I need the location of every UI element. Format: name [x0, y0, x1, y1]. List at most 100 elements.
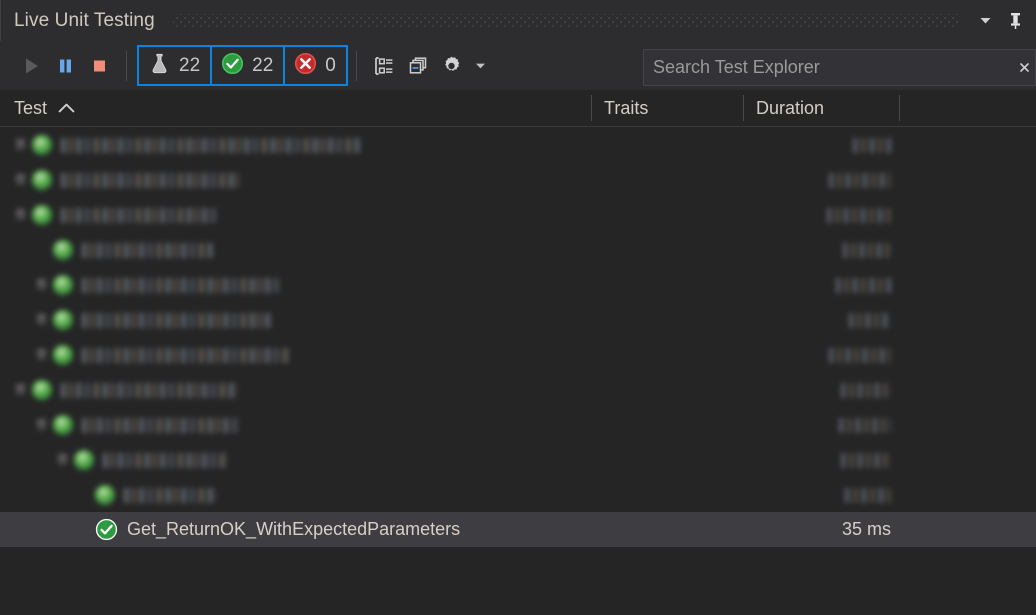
- row-test-cell: [0, 197, 592, 232]
- column-header-traits-label: Traits: [604, 97, 649, 118]
- table-row[interactable]: [0, 162, 1036, 197]
- row-test-name: [124, 484, 216, 505]
- table-row[interactable]: [0, 407, 1036, 442]
- table-row[interactable]: [0, 127, 1036, 162]
- row-test-cell: [0, 232, 592, 267]
- sort-ascending-icon: [58, 103, 75, 113]
- column-header-traits[interactable]: Traits: [592, 90, 744, 126]
- redacted-test-name: [82, 347, 290, 363]
- status-passed-glyph: [53, 309, 73, 330]
- test-status-badges: 22 22 0: [137, 45, 348, 86]
- redacted-duration: [849, 312, 891, 328]
- redacted-test-name: [82, 242, 214, 258]
- table-row[interactable]: [0, 232, 1036, 267]
- status-passed-icon: [53, 309, 73, 330]
- row-duration-cell: [744, 274, 900, 295]
- status-passed-icon: [53, 344, 73, 365]
- column-header-test[interactable]: Test: [0, 90, 592, 126]
- badge-passed-tests[interactable]: 22: [210, 45, 286, 86]
- chevron-right-icon[interactable]: [14, 173, 27, 186]
- table-row[interactable]: [0, 267, 1036, 302]
- table-row[interactable]: [0, 372, 1036, 407]
- chevron-down-icon[interactable]: [35, 418, 48, 431]
- status-passed-glyph: [32, 204, 52, 225]
- row-test-cell: [0, 302, 592, 337]
- row-test-cell: [0, 372, 592, 407]
- titlebar-left-edge: [0, 0, 1, 41]
- status-passed-icon: [32, 379, 52, 400]
- chevron-right-icon[interactable]: [35, 348, 48, 361]
- redacted-duration: [829, 172, 891, 188]
- badge-failed-tests[interactable]: 0: [283, 45, 348, 86]
- status-passed-glyph: [53, 344, 73, 365]
- table-row[interactable]: Get_ReturnOK_WithExpectedParameters 35 ms: [0, 512, 1036, 547]
- table-row[interactable]: [0, 302, 1036, 337]
- row-test-name: [82, 309, 272, 330]
- status-passed-icon: [32, 169, 52, 190]
- row-test-name: Get_ReturnOK_WithExpectedParameters: [127, 519, 461, 539]
- status-passed-icon: [74, 449, 94, 470]
- row-test-cell: [0, 337, 592, 372]
- status-passed-icon: [95, 484, 115, 505]
- search-input[interactable]: [653, 57, 1013, 78]
- pause-icon[interactable]: [48, 49, 82, 83]
- column-header-duration[interactable]: Duration: [744, 90, 900, 126]
- badge-total-tests[interactable]: 22: [137, 45, 213, 86]
- row-duration-cell: [744, 239, 900, 260]
- gear-icon[interactable]: [435, 49, 469, 83]
- chevron-right-icon[interactable]: [35, 313, 48, 326]
- status-passed-icon: [32, 134, 52, 155]
- table-row[interactable]: [0, 442, 1036, 477]
- group-by-icon[interactable]: [367, 49, 401, 83]
- table-row[interactable]: [0, 477, 1036, 512]
- column-header-filler: [900, 90, 1036, 126]
- test-list[interactable]: Get_ReturnOK_WithExpectedParameters 35 ms: [0, 127, 1036, 615]
- status-passed-icon: [95, 518, 118, 541]
- column-header-row: Test Traits Duration: [0, 90, 1036, 127]
- chevron-down-icon[interactable]: [970, 6, 1000, 36]
- chevron-down-icon[interactable]: [56, 453, 69, 466]
- chevron-right-icon[interactable]: [35, 278, 48, 291]
- live-unit-testing-panel: Live Unit Testing 22 22 0 Search Test Ex…: [0, 0, 1036, 615]
- row-duration-cell: [744, 309, 900, 330]
- redacted-test-name: [124, 487, 216, 503]
- pin-icon[interactable]: [1000, 6, 1030, 36]
- badge-total-count: 22: [179, 54, 201, 76]
- search-box[interactable]: [643, 49, 1036, 86]
- table-row[interactable]: [0, 197, 1036, 232]
- play-icon[interactable]: [14, 49, 48, 83]
- row-duration-cell: [744, 484, 900, 505]
- settings-dropdown-chevron-down-icon[interactable]: [469, 49, 493, 83]
- status-passed-icon: [53, 239, 73, 260]
- row-test-cell: [0, 127, 592, 162]
- redacted-duration: [853, 137, 891, 153]
- redacted-duration: [839, 417, 891, 433]
- chevron-right-icon[interactable]: [14, 138, 27, 151]
- row-test-name: [61, 204, 217, 225]
- row-duration-cell: [744, 449, 900, 470]
- expander-glyph: [16, 174, 25, 185]
- test-toolbar: 22 22 0: [0, 41, 1036, 90]
- redacted-duration: [843, 242, 891, 258]
- row-test-name: [82, 239, 214, 260]
- row-duration-cell: [744, 379, 900, 400]
- row-duration-cell: [744, 169, 900, 190]
- expander-glyph: [16, 209, 25, 220]
- stop-icon[interactable]: [82, 49, 116, 83]
- row-duration-cell: 35 ms: [841, 519, 891, 539]
- table-row[interactable]: [0, 337, 1036, 372]
- chevron-down-icon[interactable]: [14, 383, 27, 396]
- drag-handle[interactable]: [172, 14, 960, 27]
- chevron-down-icon[interactable]: [14, 208, 27, 221]
- row-test-name: [82, 414, 240, 435]
- search-container: [643, 49, 1036, 86]
- status-passed-glyph: [53, 239, 73, 260]
- column-header-test-label: Test: [14, 97, 48, 118]
- badge-passed-count: 22: [252, 54, 274, 76]
- clear-icon[interactable]: [1013, 50, 1035, 85]
- expander-glyph: [37, 279, 46, 290]
- redacted-test-name: [61, 207, 217, 223]
- collapse-all-icon[interactable]: [401, 49, 435, 83]
